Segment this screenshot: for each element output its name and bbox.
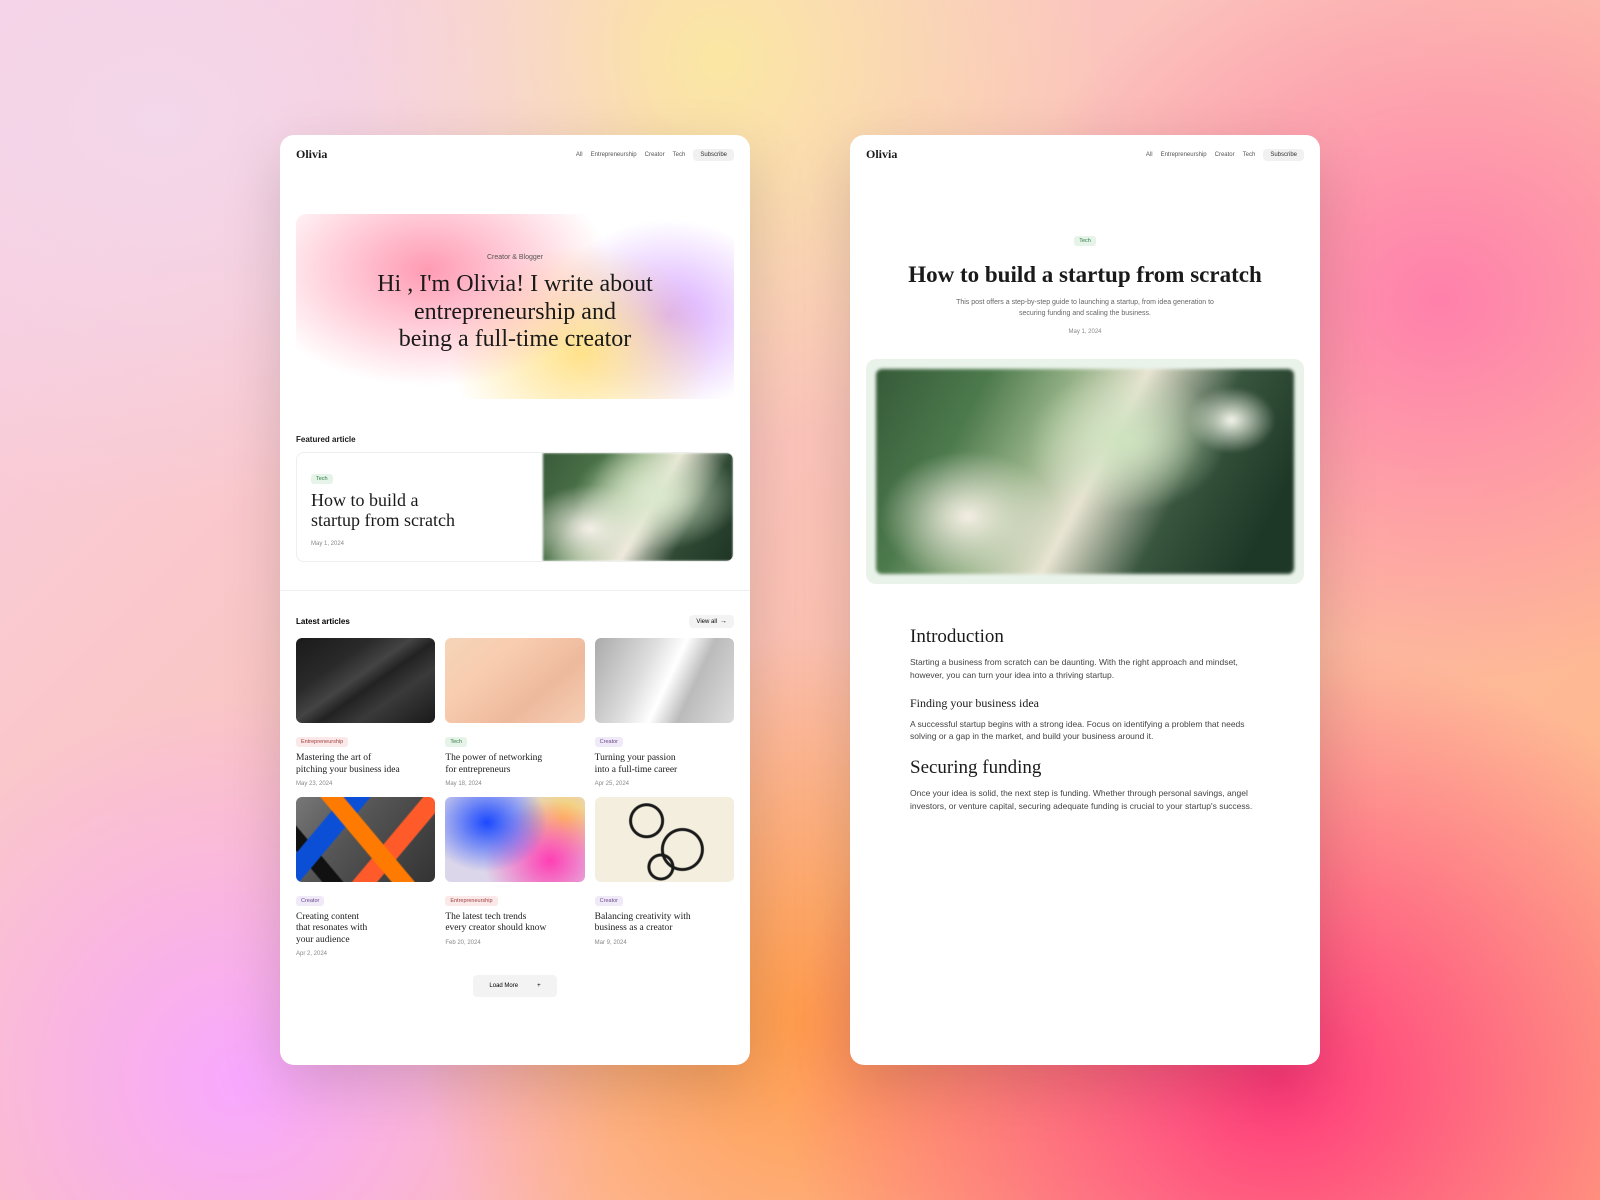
homepage-panel: Olivia All Entrepreneurship Creator Tech…	[280, 135, 750, 1065]
hero-eyebrow: Creator & Blogger	[321, 254, 709, 261]
brand-logo[interactable]: Olivia	[296, 147, 327, 162]
heading-introduction: Introduction	[910, 626, 1260, 648]
article-card[interactable]: Creator Turning your passioninto a full-…	[595, 638, 734, 787]
nav-creator[interactable]: Creator	[645, 152, 665, 158]
latest-section-title: Latest articles	[296, 617, 350, 626]
article-excerpt: This post offers a step-by-step guide to…	[945, 298, 1225, 319]
article-date: May 18, 2024	[445, 781, 584, 787]
article-hero-image-wrap	[866, 359, 1304, 584]
featured-date: May 1, 2024	[311, 541, 529, 547]
paragraph: Starting a business from scratch can be …	[910, 656, 1260, 682]
article-tag: Tech	[445, 737, 467, 747]
article-date: Feb 20, 2024	[445, 940, 584, 946]
view-all-button[interactable]: View all→	[689, 615, 734, 628]
article-card[interactable]: Entrepreneurship The latest tech trendse…	[445, 797, 584, 957]
article-date: May 23, 2024	[296, 781, 435, 787]
main-nav: All Entrepreneurship Creator Tech Subscr…	[1146, 149, 1304, 161]
article-tag: Tech	[1074, 236, 1096, 246]
article-panel: Olivia All Entrepreneurship Creator Tech…	[850, 135, 1320, 1065]
nav-tech[interactable]: Tech	[673, 152, 686, 158]
heading-funding: Securing funding	[910, 757, 1260, 779]
article-title: How to build a startup from scratch	[890, 262, 1280, 288]
article-card[interactable]: Tech The power of networkingfor entrepre…	[445, 638, 584, 787]
load-more-button[interactable]: Load More+	[473, 975, 556, 997]
article-tag: Creator	[595, 737, 623, 747]
article-card[interactable]: Creator Creating contentthat resonates w…	[296, 797, 435, 957]
article-tag: Entrepreneurship	[296, 737, 348, 747]
article-tag: Creator	[296, 896, 324, 906]
article-header: Tech How to build a startup from scratch…	[850, 174, 1320, 335]
paragraph: A successful startup begins with a stron…	[910, 718, 1260, 744]
plus-icon: +	[529, 979, 549, 993]
article-title: Mastering the art ofpitching your busine…	[296, 753, 435, 776]
brand-logo[interactable]: Olivia	[866, 147, 897, 162]
featured-tag: Tech	[311, 474, 333, 484]
article-hero-image	[876, 369, 1294, 574]
hero: Creator & Blogger Hi , I'm Olivia! I wri…	[296, 214, 734, 399]
article-date: Apr 2, 2024	[296, 951, 435, 957]
featured-card[interactable]: Tech How to build a startup from scratch…	[296, 452, 734, 562]
featured-title: How to build a startup from scratch	[311, 490, 529, 531]
arrow-right-icon: →	[720, 618, 727, 625]
article-title: The latest tech trendsevery creator shou…	[445, 912, 584, 935]
nav-entrepreneurship[interactable]: Entrepreneurship	[591, 152, 637, 158]
article-grid: Entrepreneurship Mastering the art ofpit…	[280, 638, 750, 957]
article-date: May 1, 2024	[890, 329, 1280, 335]
article-title: Creating contentthat resonates withyour …	[296, 912, 435, 946]
hero-title: Hi , I'm Olivia! I write about entrepren…	[321, 271, 709, 354]
featured-section-title: Featured article	[280, 415, 750, 452]
article-date: Apr 25, 2024	[595, 781, 734, 787]
article-thumb	[595, 797, 734, 882]
article-title: The power of networkingfor entrepreneurs	[445, 753, 584, 776]
article-thumb	[296, 797, 435, 882]
featured-image	[543, 453, 733, 561]
main-nav: All Entrepreneurship Creator Tech Subscr…	[576, 149, 734, 161]
heading-idea: Finding your business idea	[910, 696, 1260, 711]
article-tag: Creator	[595, 896, 623, 906]
nav-all[interactable]: All	[576, 152, 583, 158]
nav-creator[interactable]: Creator	[1215, 152, 1235, 158]
article-card[interactable]: Entrepreneurship Mastering the art ofpit…	[296, 638, 435, 787]
article-title: Balancing creativity withbusiness as a c…	[595, 912, 734, 935]
nav-all[interactable]: All	[1146, 152, 1153, 158]
article-body: Introduction Starting a business from sc…	[850, 584, 1320, 843]
paragraph: Once your idea is solid, the next step i…	[910, 787, 1260, 813]
article-tag: Entrepreneurship	[445, 896, 497, 906]
article-date: Mar 9, 2024	[595, 940, 734, 946]
article-card[interactable]: Creator Balancing creativity withbusines…	[595, 797, 734, 957]
article-thumb	[445, 797, 584, 882]
article-thumb	[595, 638, 734, 723]
header: Olivia All Entrepreneurship Creator Tech…	[280, 135, 750, 174]
article-thumb	[445, 638, 584, 723]
subscribe-button[interactable]: Subscribe	[1263, 149, 1304, 161]
article-thumb	[296, 638, 435, 723]
header: Olivia All Entrepreneurship Creator Tech…	[850, 135, 1320, 174]
subscribe-button[interactable]: Subscribe	[693, 149, 734, 161]
nav-entrepreneurship[interactable]: Entrepreneurship	[1161, 152, 1207, 158]
article-title: Turning your passioninto a full-time car…	[595, 753, 734, 776]
nav-tech[interactable]: Tech	[1243, 152, 1256, 158]
